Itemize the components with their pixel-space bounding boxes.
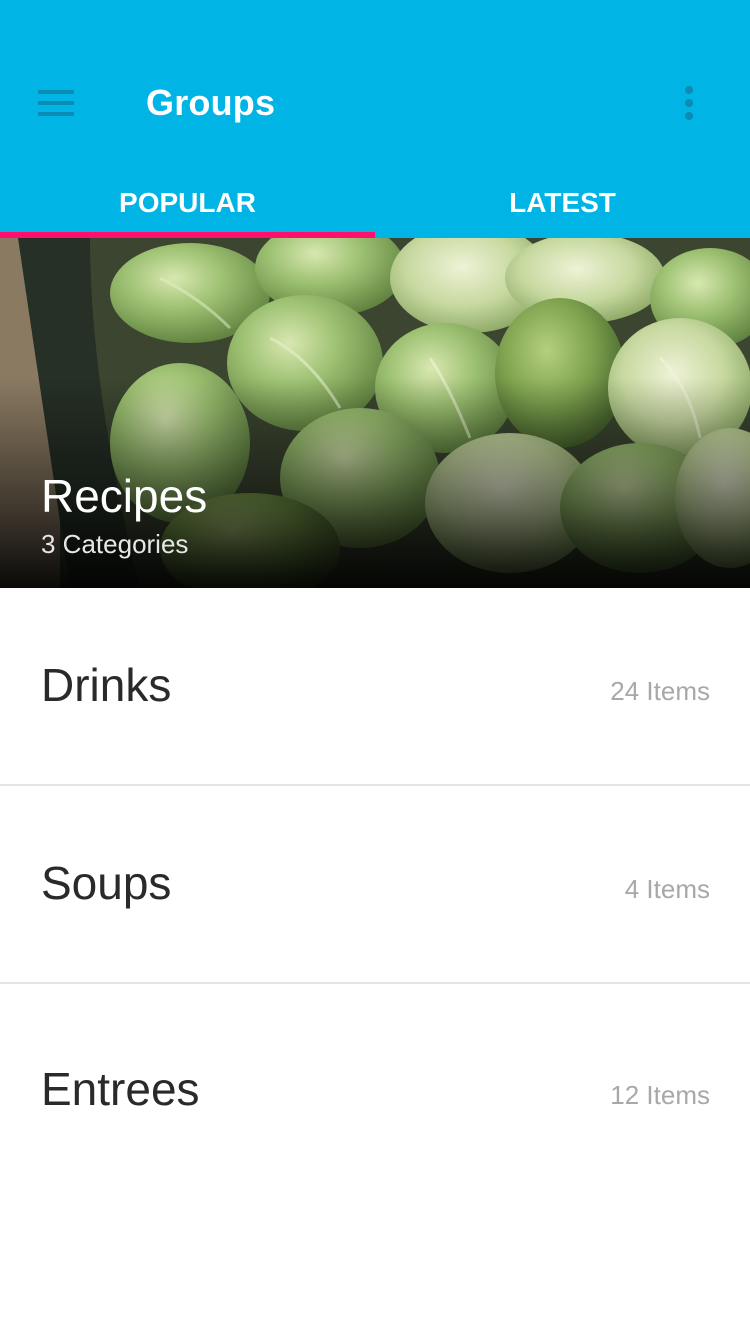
- featured-group-subtitle: 3 Categories: [41, 529, 189, 559]
- list-item-name: Entrees: [41, 1063, 200, 1115]
- list-item-count: 12 Items: [610, 1080, 710, 1110]
- list-item-name: Soups: [41, 857, 172, 909]
- tab-latest[interactable]: LATEST: [375, 170, 750, 238]
- more-vertical-icon: [685, 86, 693, 94]
- list-item-name: Drinks: [41, 659, 172, 711]
- list-item[interactable]: Soups 4 Items: [0, 786, 750, 984]
- tab-popular[interactable]: POPULAR: [0, 170, 375, 238]
- more-vertical-icon-dot: [685, 112, 693, 120]
- more-vertical-icon-dot: [685, 99, 693, 107]
- group-list: Drinks 24 Items Soups 4 Items Entrees 12…: [0, 588, 750, 1182]
- featured-group-title: Recipes: [41, 470, 208, 522]
- page-title: Groups: [146, 82, 276, 123]
- hamburger-menu-icon-bar: [38, 101, 74, 105]
- hamburger-menu-icon: [38, 90, 74, 94]
- list-item[interactable]: Entrees 12 Items: [0, 984, 750, 1182]
- hamburger-menu-icon-bar: [38, 112, 74, 116]
- list-item-count: 24 Items: [610, 676, 710, 706]
- tab-bar: POPULAR LATEST: [0, 170, 750, 238]
- menu-button[interactable]: [30, 80, 82, 126]
- app-screen: Groups POPULAR LATEST Recipes 3 Categori…: [0, 0, 750, 1334]
- featured-group-card[interactable]: Recipes 3 Categories: [0, 238, 750, 588]
- more-options-button[interactable]: [668, 80, 710, 126]
- list-item-count: 4 Items: [624, 874, 710, 904]
- list-item[interactable]: Drinks 24 Items: [0, 588, 750, 786]
- app-bar: Groups POPULAR LATEST: [0, 0, 750, 238]
